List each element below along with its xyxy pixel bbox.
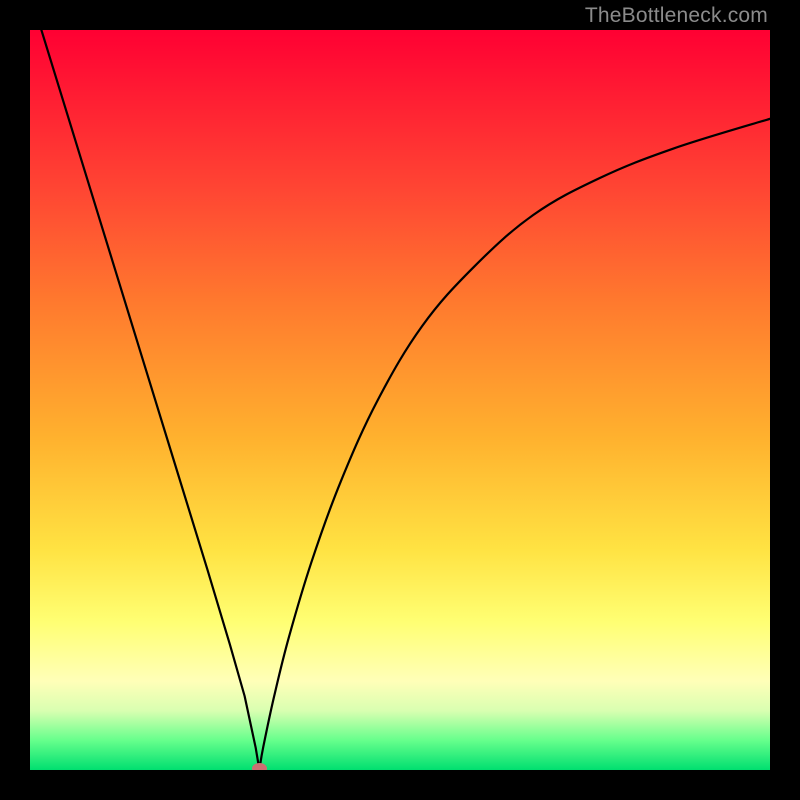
watermark-text: TheBottleneck.com	[585, 4, 768, 28]
bottleneck-curve	[30, 30, 770, 770]
minimum-marker	[252, 763, 267, 770]
plot-area	[30, 30, 770, 770]
chart-frame: TheBottleneck.com	[0, 0, 800, 800]
